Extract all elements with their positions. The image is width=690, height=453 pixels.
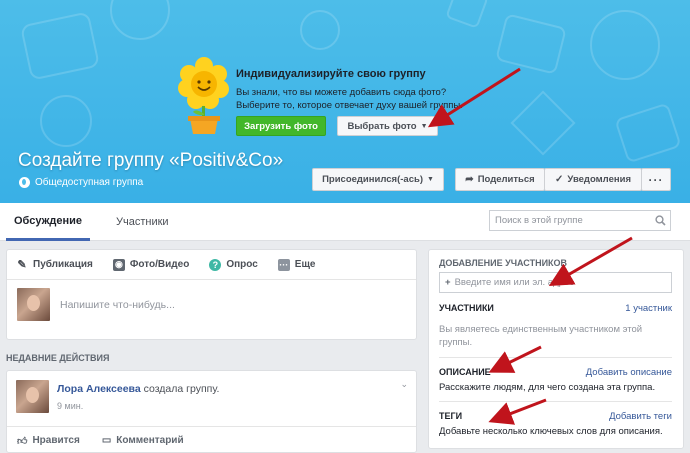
- cover-doodle: [510, 90, 576, 156]
- chevron-down-icon[interactable]: ⌄: [400, 379, 408, 390]
- group-sidebar: ДОБАВЛЕНИЕ УЧАСТНИКОВ + Введите имя или …: [428, 249, 684, 449]
- upload-photo-label: Загрузить фото: [244, 120, 318, 132]
- group-search-input[interactable]: Поиск в этой группе: [489, 210, 671, 231]
- activity-post: Лора Алексеева создала группу. 9 мин. ⌄ …: [6, 370, 417, 453]
- avatar: [17, 288, 50, 321]
- group-cover: Индивидуализируйте свою группу Вы знали,…: [0, 0, 690, 203]
- comment-label: Комментарий: [116, 435, 184, 446]
- composer-tab-poll-label: Опрос: [226, 259, 258, 270]
- poll-icon: ?: [209, 258, 222, 271]
- cover-doodle: [19, 11, 101, 81]
- composer-tab-more[interactable]: ··· Еще: [277, 258, 316, 271]
- members-text: Вы являетесь единственным участником это…: [439, 324, 643, 348]
- search-icon: [655, 215, 666, 226]
- choose-photo-button[interactable]: Выбрать фото ▼: [337, 116, 438, 136]
- chevron-down-icon: ▼: [420, 122, 428, 130]
- share-icon: ➦: [465, 174, 474, 185]
- flower-illustration: [178, 57, 229, 134]
- more-button[interactable]: ···: [641, 168, 671, 191]
- composer-input[interactable]: Напишите что-нибудь...: [60, 299, 175, 311]
- add-members-placeholder: Введите имя или эл. адрес: [454, 277, 574, 288]
- description-heading: ОПИСАНИЕ: [439, 367, 491, 377]
- like-icon: 👍︎: [17, 435, 28, 447]
- avatar[interactable]: [16, 380, 49, 413]
- tags-row: ТЕГИ Добавить теги: [439, 411, 672, 422]
- description-row: ОПИСАНИЕ Добавить описание: [439, 367, 672, 378]
- plus-icon: +: [445, 277, 451, 288]
- composer-tab-post-label: Публикация: [33, 259, 93, 270]
- check-icon: ✓: [555, 174, 564, 185]
- notifications-label: Уведомления: [567, 174, 631, 185]
- customize-title: Индивидуализируйте свою группу: [236, 68, 426, 80]
- post-action: создала группу.: [143, 383, 220, 395]
- recent-activity-heading: НЕДАВНИЕ ДЕЙСТВИЯ: [6, 353, 110, 363]
- customize-card: Индивидуализируйте свою группу Вы знали,…: [178, 56, 478, 142]
- group-name[interactable]: Создайте группу «Positiv&Co»: [18, 150, 283, 172]
- share-label: Поделиться: [477, 174, 535, 185]
- more-icon: ···: [277, 258, 290, 271]
- chevron-down-icon: ▼: [427, 176, 434, 183]
- search-placeholder: Поиск в этой группе: [495, 215, 583, 226]
- customize-text: Вы знали, что вы можете добавить сюда фо…: [236, 87, 463, 111]
- comment-button[interactable]: ▭ Комментарий: [102, 435, 184, 446]
- composer-tab-photo-label: Фото/Видео: [129, 259, 190, 270]
- post-header: Лора Алексеева создала группу.: [57, 383, 219, 395]
- add-description-link[interactable]: Добавить описание: [586, 367, 672, 378]
- post-author[interactable]: Лора Алексеева: [57, 383, 141, 395]
- notifications-button[interactable]: ✓ Уведомления: [544, 168, 642, 191]
- cover-doodle: [445, 0, 489, 29]
- divider: [439, 401, 672, 402]
- camera-icon: ◉: [112, 258, 125, 271]
- members-count-link[interactable]: 1 участник: [625, 303, 672, 314]
- more-label: ···: [648, 172, 664, 187]
- composer-tab-post[interactable]: ✎ Публикация: [16, 259, 93, 271]
- post-actions: 👍︎ Нравится ▭ Комментарий: [7, 426, 416, 453]
- tags-heading: ТЕГИ: [439, 411, 463, 421]
- choose-photo-label: Выбрать фото: [347, 120, 417, 132]
- tab-discussion[interactable]: Обсуждение: [6, 203, 90, 241]
- composer-body[interactable]: Напишите что-нибудь...: [7, 280, 416, 329]
- add-members-input[interactable]: + Введите имя или эл. адрес: [439, 272, 672, 293]
- cover-doodle: [614, 102, 682, 164]
- globe-icon: [19, 177, 30, 188]
- composer-tab-photo[interactable]: ◉ Фото/Видео: [112, 258, 190, 271]
- privacy-label: Общедоступная группа: [35, 177, 144, 188]
- comment-icon: ▭: [101, 435, 112, 446]
- tags-text: Добавьте несколько ключевых слов для опи…: [439, 426, 663, 437]
- cover-doodle: [495, 13, 567, 75]
- description-text: Расскажите людям, для чего создана эта г…: [439, 382, 656, 393]
- cover-doodle: [590, 10, 660, 80]
- members-row: УЧАСТНИКИ 1 участник: [439, 303, 672, 314]
- cover-doodle: [300, 10, 340, 50]
- pencil-icon: ✎: [17, 259, 27, 271]
- like-label: Нравится: [32, 435, 80, 446]
- post-timestamp[interactable]: 9 мин.: [57, 401, 83, 411]
- add-members-heading: ДОБАВЛЕНИЕ УЧАСТНИКОВ: [439, 258, 568, 268]
- cover-doodle: [110, 0, 170, 40]
- like-button[interactable]: 👍︎ Нравится: [17, 435, 80, 447]
- divider: [439, 357, 672, 358]
- tab-discussion-label: Обсуждение: [14, 214, 82, 227]
- share-button[interactable]: ➦ Поделиться: [455, 168, 545, 191]
- composer-tabs: ✎ Публикация ◉ Фото/Видео ? Опрос ··· Еще: [7, 250, 416, 280]
- upload-photo-button[interactable]: Загрузить фото: [236, 116, 326, 136]
- tab-members[interactable]: Участники: [116, 203, 169, 241]
- add-tags-link[interactable]: Добавить теги: [609, 411, 672, 422]
- join-status-button[interactable]: Присоединился(-ась) ▼: [312, 168, 444, 191]
- composer-tab-more-label: Еще: [294, 259, 316, 270]
- composer-tab-poll[interactable]: ? Опрос: [209, 258, 258, 271]
- cover-doodle: [40, 95, 92, 147]
- post-composer: ✎ Публикация ◉ Фото/Видео ? Опрос ··· Еще На…: [6, 249, 417, 340]
- join-status-label: Присоединился(-ась): [322, 174, 423, 185]
- group-privacy: Общедоступная группа: [19, 177, 143, 188]
- tab-members-label: Участники: [116, 216, 169, 228]
- members-heading: УЧАСТНИКИ: [439, 303, 494, 313]
